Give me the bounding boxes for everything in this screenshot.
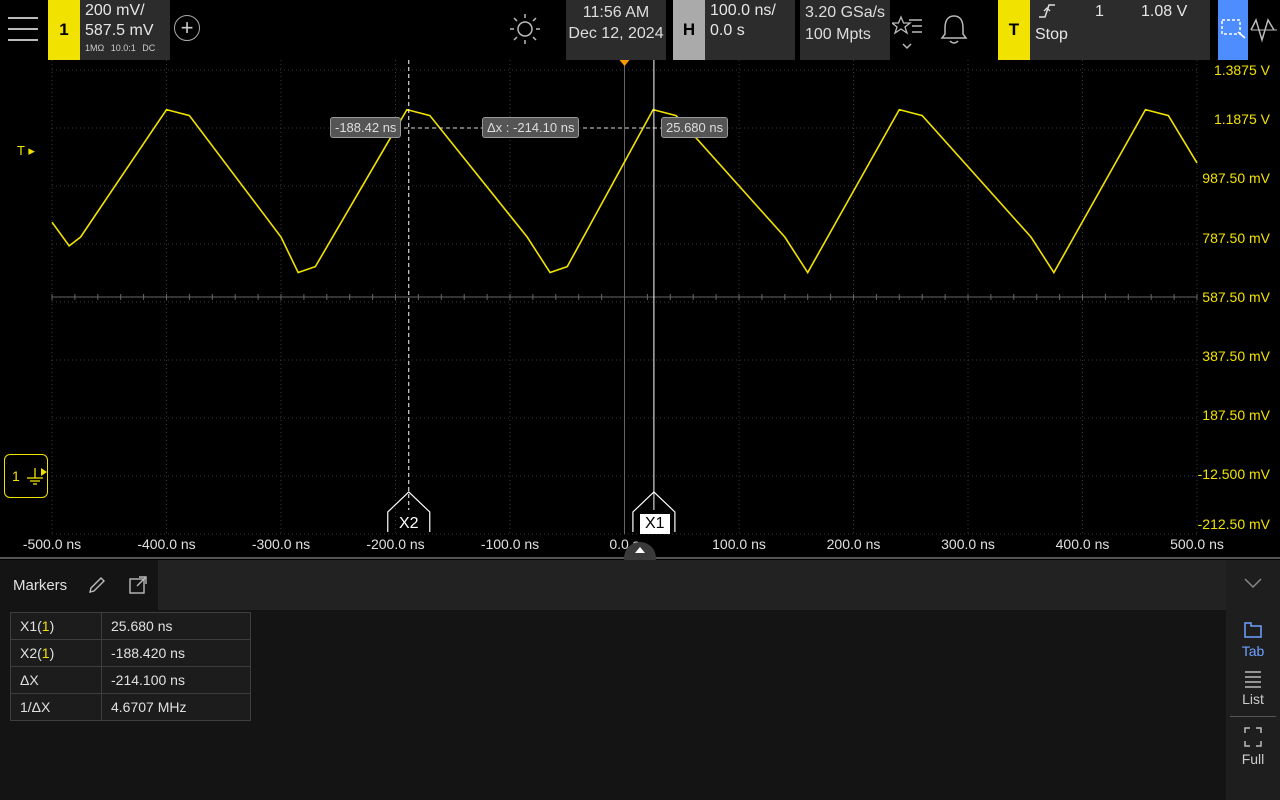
tab-markers[interactable]: Markers — [0, 560, 158, 610]
marker-name-suffix: ) — [49, 645, 55, 661]
marker-value: -214.100 ns — [101, 666, 251, 694]
y-axis-label: 387.50 mV — [1202, 348, 1270, 364]
pencil-icon[interactable] — [86, 574, 108, 596]
x-axis-label: 300.0 ns — [941, 536, 995, 552]
table-row[interactable]: 1/ΔX 4.6707 MHz — [10, 693, 251, 721]
fullscreen-icon — [1244, 727, 1262, 747]
chevron-down-icon[interactable] — [1226, 574, 1280, 597]
marker-value: -188.420 ns — [101, 639, 251, 667]
markers-table: X1(1) 25.680 ns X2(1) -188.420 ns ΔX -214.100… — [10, 612, 251, 721]
full-view-button[interactable]: Full — [1226, 726, 1280, 767]
y-axis-label: 1.3875 V — [1213, 62, 1270, 78]
tab-icon — [1244, 622, 1262, 638]
waveform-graticule[interactable] — [0, 0, 1280, 558]
table-row[interactable]: ΔX -214.100 ns — [10, 666, 251, 694]
results-tabbar — [0, 560, 1226, 610]
marker-name: X1(1) — [10, 612, 102, 640]
marker-channel: 1 — [41, 645, 50, 661]
marker-name-text: ΔX — [20, 672, 39, 688]
trigger-level-marker[interactable]: T ▸ — [17, 143, 35, 159]
x-axis-label: -200.0 ns — [366, 536, 425, 552]
x1-readout: 25.680 ns — [661, 117, 729, 138]
table-row[interactable]: X1(1) 25.680 ns — [10, 612, 251, 640]
marker-name: X2(1) — [10, 639, 102, 667]
marker-name: ΔX — [10, 666, 102, 694]
results-panel: Markers X1(1) 25.680 ns X2(1) -188.420 ns ΔX… — [0, 560, 1280, 800]
list-view-button[interactable]: List — [1226, 668, 1280, 707]
y-axis-label: -212.50 mV — [1197, 516, 1270, 532]
popout-icon[interactable] — [127, 574, 149, 596]
marker-name-text: X2( — [20, 645, 42, 661]
x2-readout: -188.42 ns — [330, 117, 402, 138]
x-axis-label: -400.0 ns — [137, 536, 196, 552]
ground-icon — [27, 468, 47, 485]
tab-view-button[interactable]: Tab — [1226, 620, 1280, 659]
x-axis-label: 500.0 ns — [1170, 536, 1224, 552]
y-axis-label: 1.1875 V — [1213, 111, 1270, 127]
marker-value: 25.680 ns — [101, 612, 251, 640]
x-axis-label: -500.0 ns — [22, 536, 82, 552]
marker-name-suffix: ) — [49, 618, 55, 634]
sidebar-divider — [1230, 716, 1276, 717]
trigger-position-marker[interactable] — [619, 60, 630, 66]
y-axis-label: 187.50 mV — [1202, 407, 1270, 423]
marker-name-text: X1( — [20, 618, 42, 634]
view-mode-sidebar: Tab List Full — [1226, 560, 1280, 800]
marker-channel: 1 — [41, 618, 50, 634]
x-axis-label: 100.0 ns — [712, 536, 766, 552]
y-axis-label: 987.50 mV — [1202, 170, 1270, 186]
table-row[interactable]: X2(1) -188.420 ns — [10, 639, 251, 667]
x-axis-label: 200.0 ns — [826, 536, 881, 552]
delta-x-readout: Δx : -214.10 ns — [482, 117, 580, 138]
marker-name-text: 1/ΔX — [20, 699, 51, 715]
marker-value: 4.6707 MHz — [101, 693, 251, 721]
x-axis-label: -300.0 ns — [251, 536, 311, 552]
marker-x2-tag[interactable]: X2 — [399, 515, 419, 533]
x-axis-label: 400.0 ns — [1055, 536, 1110, 552]
list-icon — [1245, 671, 1261, 688]
marker-x1-tag[interactable]: X1 — [640, 514, 670, 534]
y-axis-label: 587.50 mV — [1202, 289, 1270, 305]
y-axis-label: 787.50 mV — [1202, 230, 1270, 246]
channel-1-ground-marker[interactable]: 1 — [4, 454, 48, 498]
x-axis-label: -100.0 ns — [480, 536, 540, 552]
marker-name: 1/ΔX — [10, 693, 102, 721]
y-axis-label: -12.500 mV — [1197, 466, 1270, 482]
